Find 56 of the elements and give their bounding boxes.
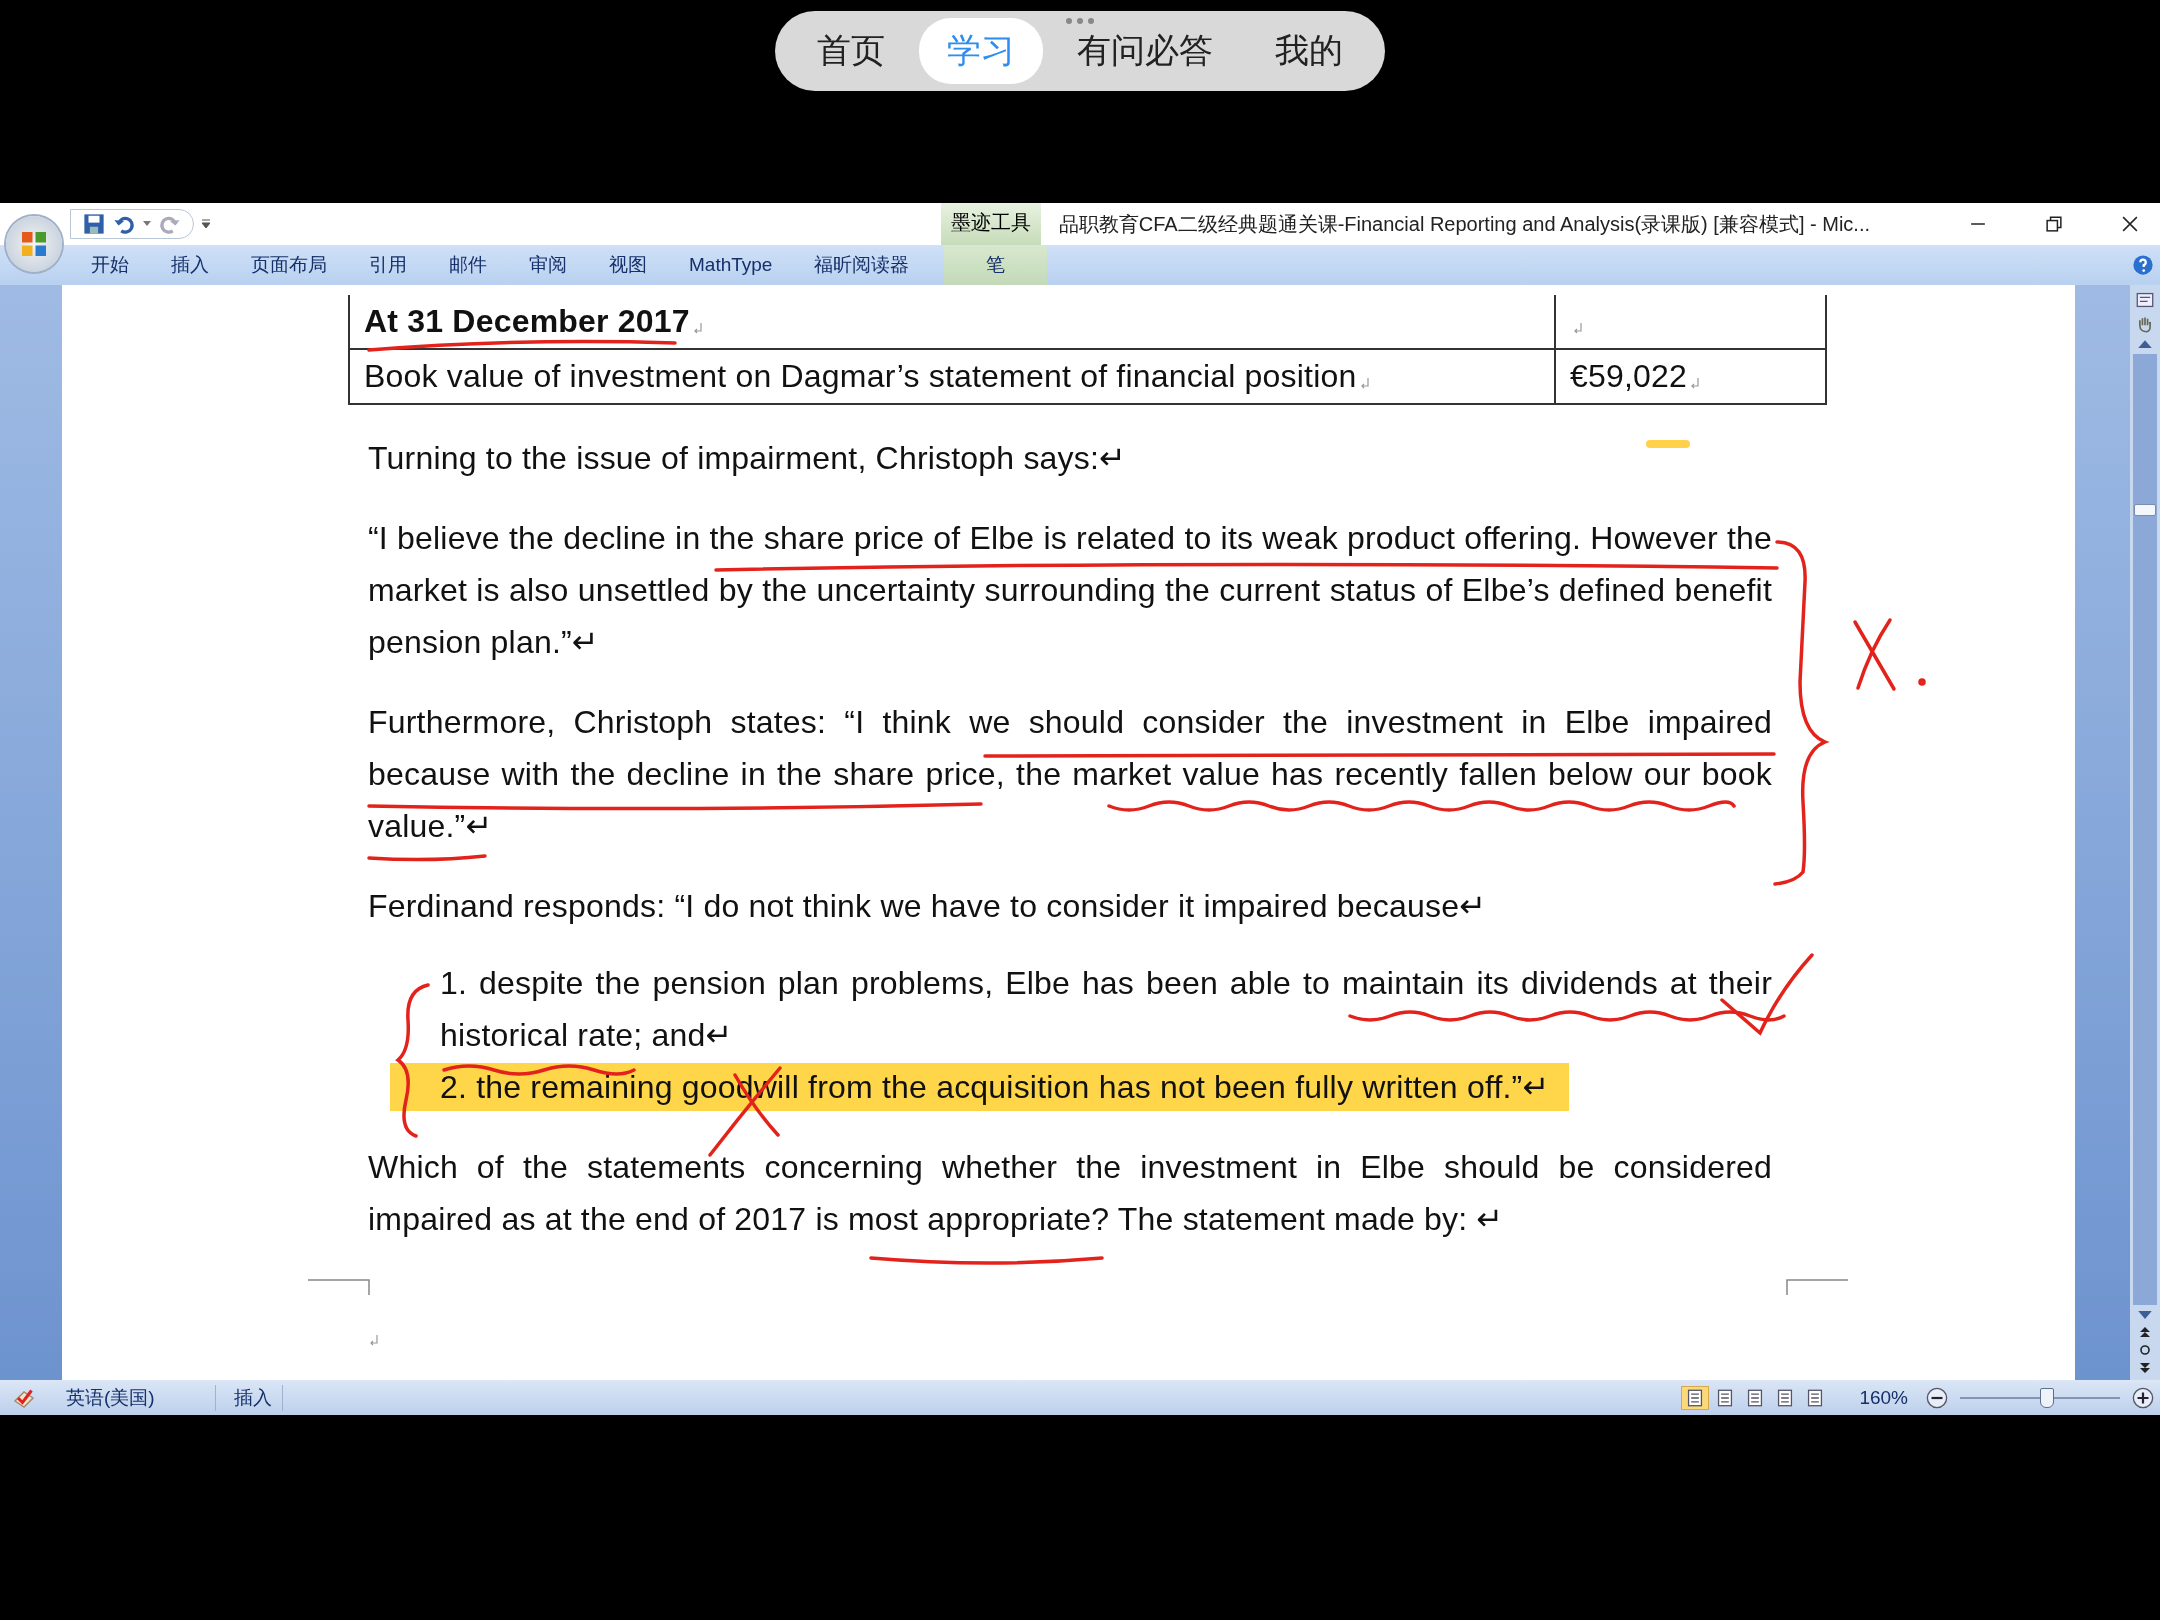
ribbon-tab[interactable]: MathType [668,245,794,285]
ribbon-tab[interactable]: 插入 [150,245,230,285]
paragraph-mark-icon [1690,377,1701,389]
scrollbar-thumb[interactable] [2134,504,2156,516]
paragraph-mark-icon [692,322,703,334]
ribbon-tab[interactable]: 引用 [348,245,428,285]
view-mode-button[interactable] [1681,1385,1710,1410]
contextual-tab-group: 墨迹工具 [940,203,1041,245]
paragraph-text: Furthermore, Christoph states: “I think we should consider the investment in Elbe impaired because with the decline in the share price, the market value has recently fallen below our book value.”↵ [368,704,1772,844]
scroll-down-arrow-icon[interactable] [2138,1311,2152,1320]
nav-tab[interactable]: 我的 [1247,18,1371,84]
nav-tab[interactable]: 有问必答 [1049,18,1241,84]
previous-page-icon[interactable] [2139,1326,2151,1338]
crop-mark-icon [308,1279,370,1295]
paragraph-text: “I believe the decline in the share price of Elbe is related to its weak product offering. However the market is also unsettled by the uncertainty surrounding the current status of Elbe’s defined benefit pension plan.”↵ [368,520,1772,660]
zoom-in-icon[interactable] [2132,1386,2154,1409]
office-button[interactable] [6,216,62,272]
language-indicator[interactable]: 英语(美国) [48,1384,216,1411]
paragraph-mark-icon [369,1334,379,1346]
ribbon-tab[interactable]: 福昕阅读器 [793,245,931,285]
table-cell-text: At 31 December 2017 [364,303,690,339]
scroll-up-arrow-icon[interactable] [2138,339,2152,348]
save-icon[interactable] [83,213,105,235]
list-item-text: 1. despite the pension plan problems, Elbe has been able to maintain its dividends at their historical rate; and↵ [440,965,1772,1053]
ribbon-tab[interactable]: 笔 [944,245,1048,285]
office-logo-icon [19,229,49,259]
browse-object-icon[interactable] [2139,1344,2151,1356]
ribbon-tab[interactable]: 开始 [70,245,150,285]
restore-icon[interactable] [2046,216,2062,232]
paragraph-mark-icon [1573,322,1583,334]
paragraph-mark-icon [1359,377,1370,389]
dropdown-caret-icon[interactable] [143,221,151,227]
zoom-level[interactable]: 160% [1841,1386,1914,1409]
help-icon[interactable] [2132,254,2154,276]
ribbon-tab[interactable]: 审阅 [508,245,588,285]
ruler-toggle-icon[interactable] [2136,291,2154,309]
table-cell-text: Book value of investment on Dagmar’s statement of financial position [364,358,1357,394]
paragraph-text: Turning to the issue of impairment, Christoph says:↵ [368,440,1127,476]
highlighter-mark [1646,440,1690,448]
ribbon-tab[interactable]: 邮件 [428,245,508,285]
crop-mark-icon [1786,1279,1848,1295]
insert-mode-indicator[interactable]: 插入 [227,1384,283,1411]
window-title: 品职教育CFA二级经典题通关课-Financial Reporting and Analysis(录课版) [兼容模式] - Mic... [1058,211,1870,237]
ribbon-tab[interactable]: 视图 [588,245,668,285]
paragraph-text: Which of the statements concerning whether the investment in Elbe should be considered impaired as at the end of 2017 is most appropriate? The statement made by: ↵ [368,1149,1772,1237]
zoom-out-icon[interactable] [1926,1386,1948,1409]
zoom-slider[interactable] [1960,1385,2120,1410]
vertical-scrollbar[interactable] [2130,285,2160,1380]
paragraph-text: Ferdinand responds: “I do not think we have to consider it impaired because↵ [368,888,1487,924]
customize-caret-icon[interactable] [202,219,210,229]
ribbon-tab[interactable]: 页面布局 [230,245,348,285]
close-icon[interactable] [2122,216,2138,232]
hand-icon[interactable] [2136,315,2154,333]
nav-tab[interactable]: 首页 [789,18,913,84]
next-page-icon[interactable] [2139,1362,2151,1374]
table-cell-text: €59,022 [1570,358,1688,394]
